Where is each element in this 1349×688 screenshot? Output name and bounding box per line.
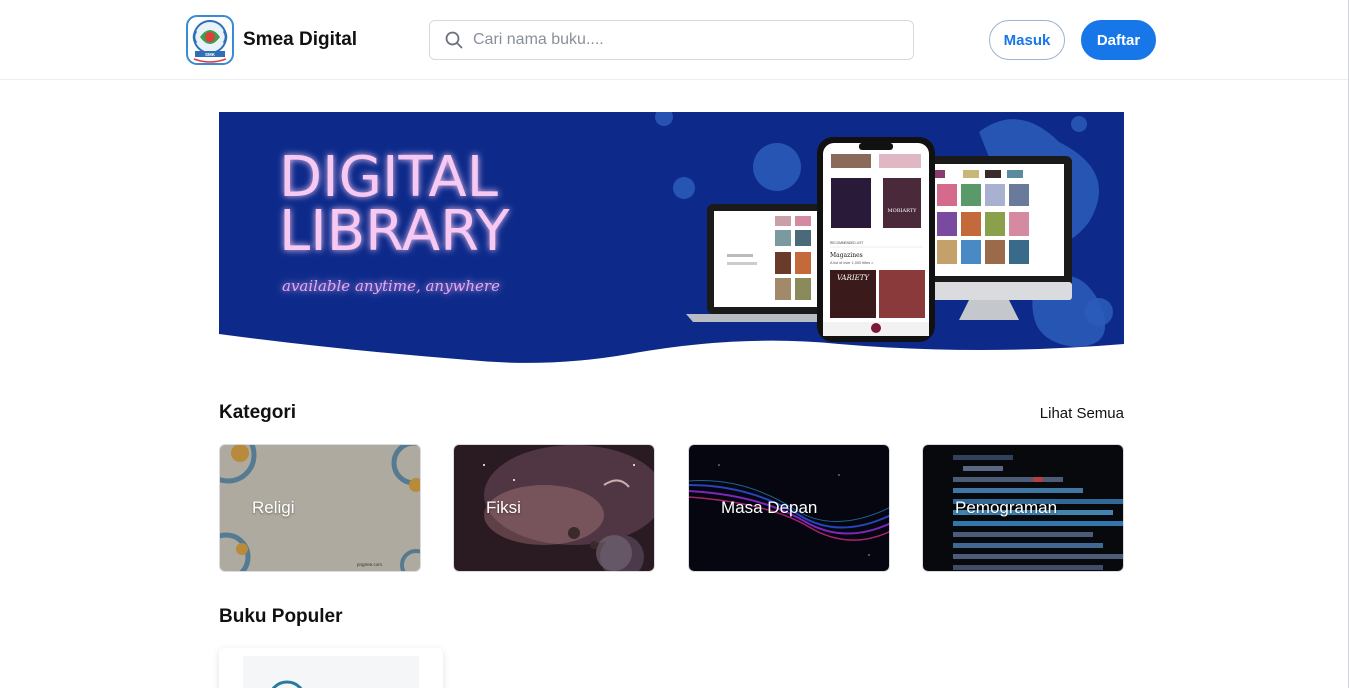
search-bar[interactable]	[429, 20, 914, 60]
phone-section-sub: A list of over 1,000 titles >	[830, 261, 874, 265]
phone-magazine-title: VARIETY	[837, 274, 870, 282]
login-button[interactable]: Masuk	[989, 20, 1065, 60]
category-card-fiksi[interactable]: Fiksi	[453, 444, 655, 572]
category-card-religi[interactable]: pngtree.com Religi	[219, 444, 421, 572]
book-card[interactable]	[219, 648, 443, 688]
school-logo: SMK	[186, 15, 234, 65]
brand-name: Smea Digital	[243, 29, 358, 50]
search-icon	[445, 31, 463, 49]
register-button[interactable]: Daftar	[1081, 20, 1156, 60]
see-all-link[interactable]: Lihat Semua	[1040, 405, 1124, 422]
category-label: Religi	[252, 498, 295, 517]
category-card-masa-depan[interactable]: Masa Depan	[688, 444, 890, 572]
category-label: Fiksi	[486, 498, 521, 517]
category-card-pemograman[interactable]: Pemograman	[922, 444, 1124, 572]
book-cover	[243, 656, 419, 688]
hero-banner[interactable]: DIGITAL LIBRARY available anytime, anywh…	[219, 112, 1124, 372]
categories-title: Kategori	[219, 402, 297, 423]
category-list: pngtree.com Religi Fiksi Masa Depan Pemo…	[219, 444, 1124, 572]
category-label: Pemograman	[955, 498, 1058, 517]
phone-book-title: MORIARTY	[888, 208, 918, 214]
phone-illustration: MORIARTY RECOMMENDED LIST Magazines A li…	[817, 137, 935, 342]
navbar: SMK Smea Digital Masuk Daftar	[0, 0, 1348, 80]
logo-text: SMK	[205, 52, 216, 57]
banner-title-line2: LIBRARY	[279, 199, 510, 264]
brand[interactable]: SMK Smea Digital	[186, 15, 357, 65]
banner-tagline: available anytime, anywhere	[282, 277, 500, 295]
phone-section-label: Magazines	[830, 252, 863, 259]
category-label: Masa Depan	[721, 498, 818, 517]
phone-header-small: RECOMMENDED LIST	[830, 241, 863, 245]
search-input[interactable]	[473, 31, 893, 49]
religi-watermark: pngtree.com	[357, 562, 382, 567]
popular-books-title: Buku Populer	[219, 606, 343, 627]
